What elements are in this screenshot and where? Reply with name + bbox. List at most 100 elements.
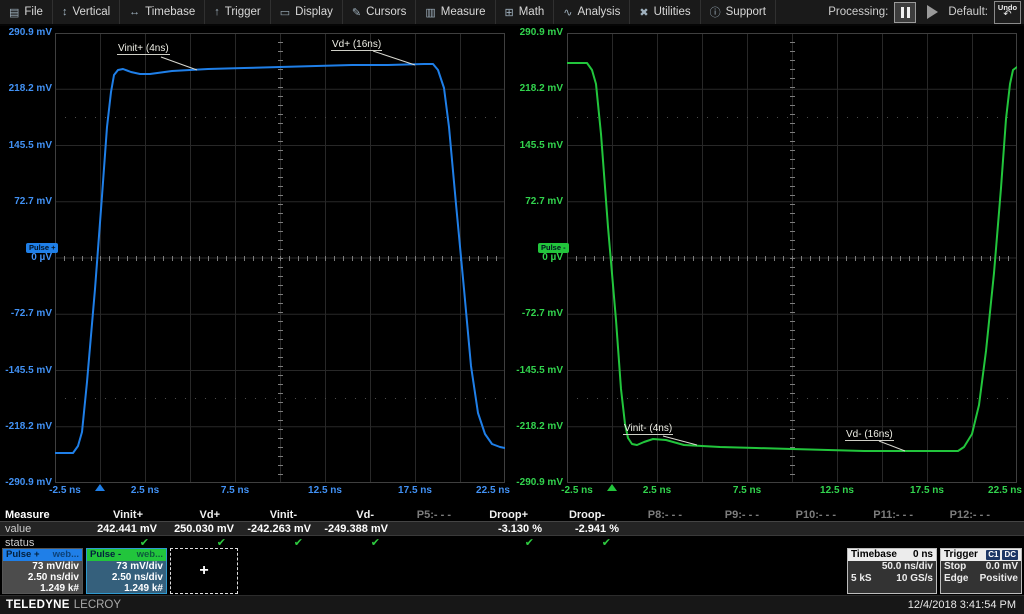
trigger-coupling-badge: DC: [1002, 550, 1018, 560]
menu-items: ▤File↕Vertical↔Timebase↑Trigger▭Display✎…: [0, 0, 776, 24]
left-x-axis-label: 22.5 ns: [476, 485, 510, 496]
channel-vdiv: 73 mV/div: [3, 561, 82, 572]
left-y-axis-label: 72.7 mV: [0, 196, 52, 208]
left-y-axis-label: 290.9 mV: [0, 27, 52, 39]
right-y-axis-label: -290.9 mV: [511, 477, 563, 489]
menu-item-math[interactable]: ⊞Math: [496, 0, 555, 24]
pause-button[interactable]: [894, 2, 916, 23]
right-x-axis-label: 2.5 ns: [643, 485, 671, 496]
menu-item-display[interactable]: ▭Display: [271, 0, 343, 24]
measure-column-header[interactable]: P10:- - -: [781, 509, 858, 521]
brand-logo: TELEDYNELECROY: [0, 599, 121, 611]
add-trace-button[interactable]: +: [170, 548, 238, 594]
menu-item-file[interactable]: ▤File: [0, 0, 53, 24]
trigger-source-badge: C1: [986, 550, 1000, 560]
timebase-samples: 5 kS: [851, 573, 872, 585]
measure-value: 250.030 mV: [165, 523, 242, 535]
left-x-axis-label: 2.5 ns: [131, 485, 159, 496]
measure-status-check: ✔: [473, 536, 550, 549]
left-y-axis-label: -72.7 mV: [0, 308, 52, 320]
right-x-axis-label: 17.5 ns: [910, 485, 944, 496]
menu-item-label: Measure: [441, 6, 486, 18]
measure-value: -2.941 %: [550, 523, 627, 535]
annotation-label: Vinit+ (4ns): [117, 43, 170, 55]
right-y-axis-label: 290.9 mV: [511, 27, 563, 39]
right-channel-badge[interactable]: Pulse -: [538, 243, 569, 253]
channel-descriptor-pulse-minus[interactable]: Pulse - web... 73 mV/div 2.50 ns/div 1.2…: [86, 548, 167, 594]
trigger-mode: Stop: [944, 561, 966, 573]
annotation-label: Vd- (16ns): [845, 429, 894, 441]
right-x-axis-label: 12.5 ns: [820, 485, 854, 496]
play-icon: [927, 5, 938, 19]
right-x-axis-label: 22.5 ns: [988, 485, 1022, 496]
channel-descriptor-pulse-plus[interactable]: Pulse + web... 73 mV/div 2.50 ns/div 1.2…: [2, 548, 83, 594]
undo-button[interactable]: Undo ↶: [994, 1, 1021, 24]
measure-column-header[interactable]: P5:- - -: [396, 509, 473, 521]
measure-column-header[interactable]: Vd-: [319, 509, 396, 521]
menu-item-cursors[interactable]: ✎Cursors: [343, 0, 416, 24]
play-button[interactable]: [922, 2, 942, 23]
timebase-tdiv: 50.0 ns/div: [882, 561, 933, 573]
left-graticule[interactable]: [55, 33, 505, 483]
menu-item-label: Cursors: [366, 6, 406, 18]
vertical-icon: ↕: [62, 6, 68, 18]
trigger-level: 0.0 mV: [986, 561, 1018, 573]
utilities-icon: ✖: [639, 6, 648, 19]
channel-suffix: web...: [53, 549, 79, 561]
measure-column-header[interactable]: P8:- - -: [627, 509, 704, 521]
measure-column-header[interactable]: Vinit-: [242, 509, 319, 521]
channel-samples: 1.249 k#: [3, 583, 82, 594]
measure-header-row: MeasureVinit+Vd+Vinit-Vd-P5:- - -Droop+D…: [0, 508, 1024, 521]
measure-column-header[interactable]: Droop-: [550, 509, 627, 521]
left-y-axis-label: 0 µV: [0, 252, 52, 264]
measure-status-check: ✔: [550, 536, 627, 549]
right-y-axis-label: -145.5 mV: [511, 365, 563, 377]
menu-item-analysis[interactable]: ∿ Analysis: [554, 0, 630, 24]
menu-item-label: Support: [726, 6, 766, 18]
menu-item-trigger[interactable]: ↑Trigger: [205, 0, 271, 24]
channel-vdiv: 73 mV/div: [87, 561, 166, 572]
measure-value: -242.263 mV: [242, 523, 319, 535]
left-channel-badge[interactable]: Pulse +: [26, 243, 58, 253]
display-icon: ▭: [280, 6, 290, 19]
measure-column-header[interactable]: Vinit+: [88, 509, 165, 521]
menu-item-support[interactable]: ⓘSupport: [701, 0, 776, 24]
left-x-axis-label: -2.5 ns: [49, 485, 81, 496]
measure-icon: ▥: [425, 6, 435, 19]
measure-value-row: value242.441 mV250.030 mV-242.263 mV-249…: [0, 521, 1024, 536]
right-graticule[interactable]: [567, 33, 1017, 483]
timebase-offset: 0 ns: [913, 549, 933, 561]
left-y-axis-label: -290.9 mV: [0, 477, 52, 489]
right-y-axis-label: 218.2 mV: [511, 83, 563, 95]
trigger-type: Edge: [944, 573, 968, 585]
menu-item-utilities[interactable]: ✖Utilities: [630, 0, 700, 24]
annotation-label: Vd+ (16ns): [331, 39, 382, 51]
analysis-icon: ∿: [563, 6, 572, 19]
trigger-icon: ↑: [214, 6, 220, 18]
left-x-axis-label: 17.5 ns: [398, 485, 432, 496]
measure-column-header[interactable]: P9:- - -: [704, 509, 781, 521]
measure-column-header[interactable]: P11:- - -: [858, 509, 935, 521]
left-trigger-marker[interactable]: [95, 484, 105, 491]
right-x-axis-label: -2.5 ns: [561, 485, 593, 496]
menu-item-label: Analysis: [578, 6, 621, 18]
processing-label: Processing:: [828, 6, 888, 18]
trigger-box[interactable]: Trigger C1 DC Stop 0.0 mV Edge Positive: [940, 548, 1022, 594]
menu-item-vertical[interactable]: ↕Vertical: [53, 0, 120, 24]
measure-value: -3.130 %: [473, 523, 550, 535]
menu-item-timebase[interactable]: ↔Timebase: [120, 0, 205, 24]
status-row-label: status: [0, 537, 88, 549]
measure-column-header[interactable]: Droop+: [473, 509, 550, 521]
timebase-box[interactable]: Timebase 0 ns 50.0 ns/div 5 kS 10 GS/s: [847, 548, 937, 594]
undo-arrow-icon: ↶: [1003, 10, 1011, 20]
channel-suffix: web...: [137, 549, 163, 561]
timebase-title: Timebase: [851, 549, 897, 561]
measure-column-header[interactable]: Vd+: [165, 509, 242, 521]
measure-column-header[interactable]: P12:- - -: [935, 509, 1012, 521]
menu-item-measure[interactable]: ▥ Measure: [416, 0, 495, 24]
measure-table: MeasureVinit+Vd+Vinit-Vd-P5:- - -Droop+D…: [0, 508, 1024, 549]
measure-status-check: ✔: [242, 536, 319, 549]
right-trigger-marker[interactable]: [607, 484, 617, 491]
trigger-title: Trigger: [944, 549, 978, 561]
left-y-axis-label: 218.2 mV: [0, 83, 52, 95]
